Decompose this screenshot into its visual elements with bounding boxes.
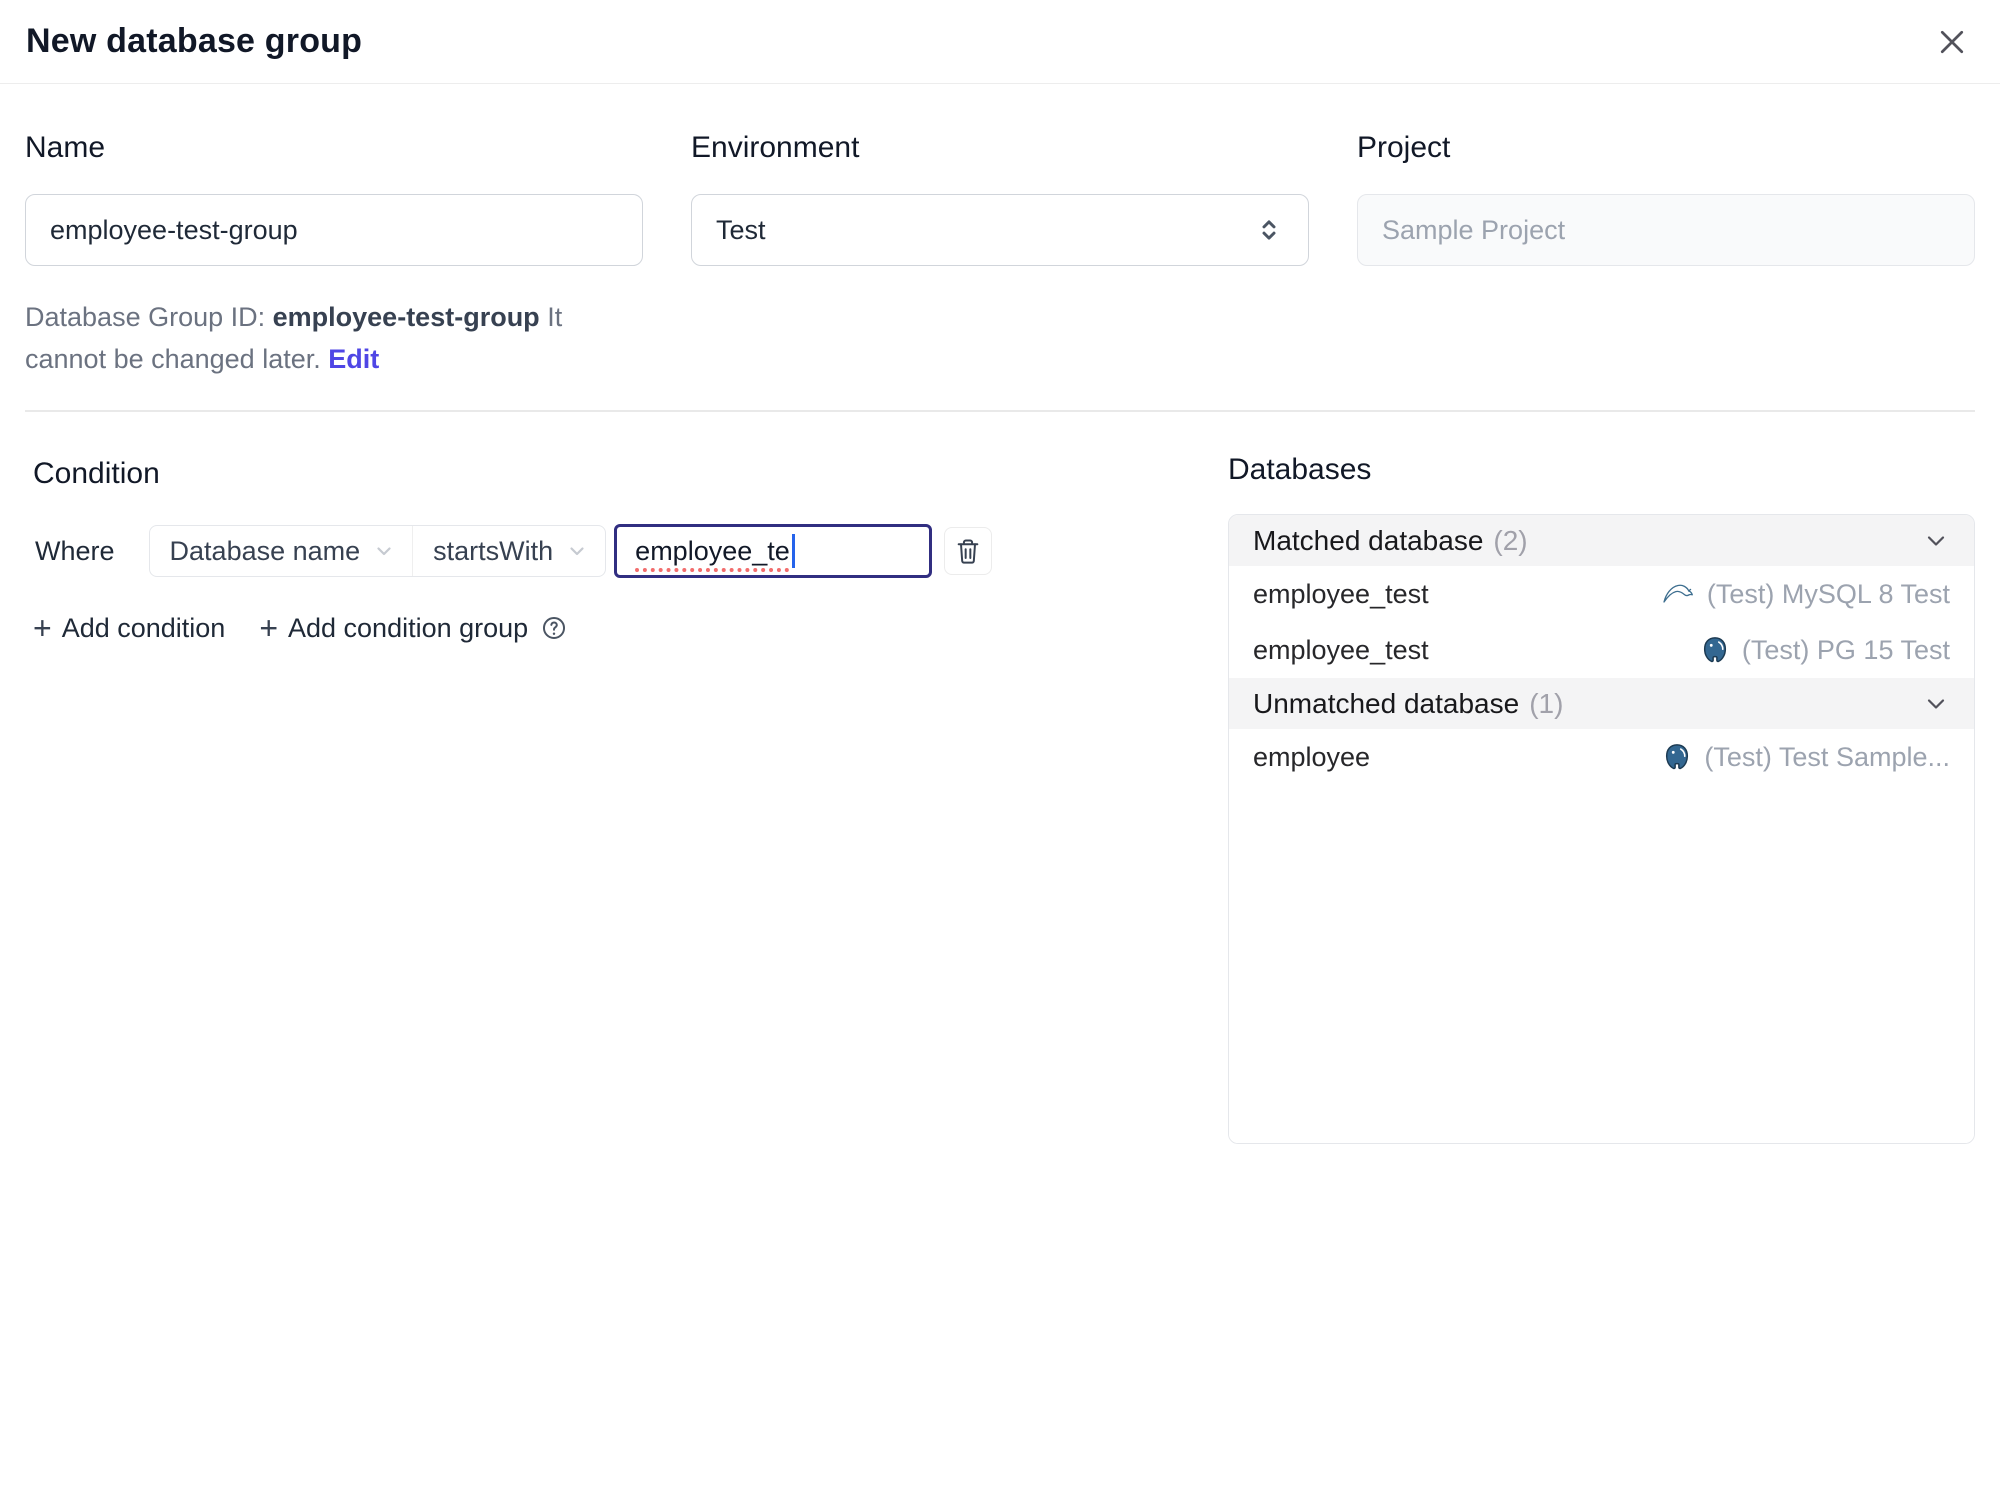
add-condition-group-button[interactable]: + Add condition group [259,612,528,644]
up-down-chevrons-icon [1254,215,1284,245]
unmatched-database-header[interactable]: Unmatched database (1) [1229,678,1974,729]
add-condition-group-label: Add condition group [288,612,529,643]
project-label: Project [1357,131,1451,164]
name-label: Name [25,131,106,164]
instance-label: (Test) MySQL 8 Test [1706,578,1950,609]
where-label: Where [35,535,115,566]
chevron-down-icon [372,539,396,563]
group-id-helper: Database Group ID: employee-test-group I… [25,296,643,380]
condition-operator-select[interactable]: startsWith [413,526,605,576]
delete-condition-button[interactable] [944,527,993,575]
add-condition-label: Add condition [61,612,226,643]
database-name: employee_test [1253,634,1429,665]
condition-field-select[interactable]: Database name [150,526,414,576]
condition-section: Condition Where Database name startsWith [25,412,1228,1144]
instance-label: (Test) Test Sample... [1704,741,1950,772]
chevron-down-icon [565,539,589,563]
main-area: Condition Where Database name startsWith [25,412,1975,1144]
plus-icon: + [259,610,278,646]
help-icon[interactable] [540,614,568,642]
unmatched-database-title: Unmatched database (1) [1253,687,1564,719]
condition-select-group: Database name startsWith [148,525,607,577]
chevron-down-icon [1922,527,1950,555]
condition-heading: Condition [33,457,160,490]
edit-id-link[interactable]: Edit [328,344,379,374]
databases-section: Databases Matched database (2) employee_t… [1228,412,1975,1144]
databases-heading: Databases [1228,453,1372,486]
condition-operator-value: startsWith [433,535,554,566]
matched-database-title: Matched database (2) [1253,524,1528,556]
condition-value-text: employee_te [635,535,790,566]
dialog-header: New database group [0,0,2000,84]
environment-select[interactable]: Test [691,194,1309,266]
condition-row: Where Database name startsWith employee_… [25,524,1228,578]
database-row: employee_test (Test) MySQL 8 Test [1229,566,1974,622]
instance-label: (Test) PG 15 Test [1741,634,1950,665]
panel-empty-space [1229,785,1974,1143]
project-field-group: Project Sample Project [1357,132,1975,380]
database-instance: (Test) PG 15 Test [1700,635,1950,666]
trash-icon [954,537,982,565]
name-field-group: Name Database Group ID: employee-test-gr… [25,132,643,380]
chevron-down-icon [1922,690,1950,718]
condition-value-input[interactable]: employee_te [614,524,933,578]
environment-selected-value: Test [716,214,766,245]
group-id-prefix: Database Group ID: [25,302,273,332]
database-name: employee [1253,741,1371,772]
name-input[interactable] [25,194,643,266]
matched-database-count: (2) [1493,524,1528,556]
dialog-title: New database group [26,22,363,60]
matched-database-header[interactable]: Matched database (2) [1229,515,1974,566]
environment-label: Environment [691,131,860,164]
condition-actions: + Add condition + Add condition group [33,612,1228,644]
group-id-value: employee-test-group [272,302,540,332]
plus-icon: + [33,610,52,646]
text-caret [791,534,795,568]
close-icon [1934,24,1970,60]
project-input[interactable]: Sample Project [1357,194,1975,266]
database-instance: (Test) Test Sample... [1662,742,1950,773]
database-name: employee_test [1253,578,1429,609]
condition-field-value: Database name [169,535,361,566]
postgres-icon [1700,635,1730,665]
mysql-icon [1661,581,1695,607]
add-condition-button[interactable]: + Add condition [33,612,225,644]
database-row: employee_test (Test) PG 15 Test [1229,622,1974,678]
close-button[interactable] [1930,20,1974,64]
project-value: Sample Project [1382,214,1566,245]
unmatched-database-count: (1) [1529,687,1564,719]
databases-panel: Matched database (2) employee_test (Test… [1228,514,1975,1144]
database-instance: (Test) MySQL 8 Test [1661,579,1950,610]
postgres-icon [1662,742,1692,772]
form-row: Name Database Group ID: employee-test-gr… [25,132,1975,380]
database-row: employee (Test) Test Sample... [1229,729,1974,785]
environment-field-group: Environment Test [691,132,1309,380]
